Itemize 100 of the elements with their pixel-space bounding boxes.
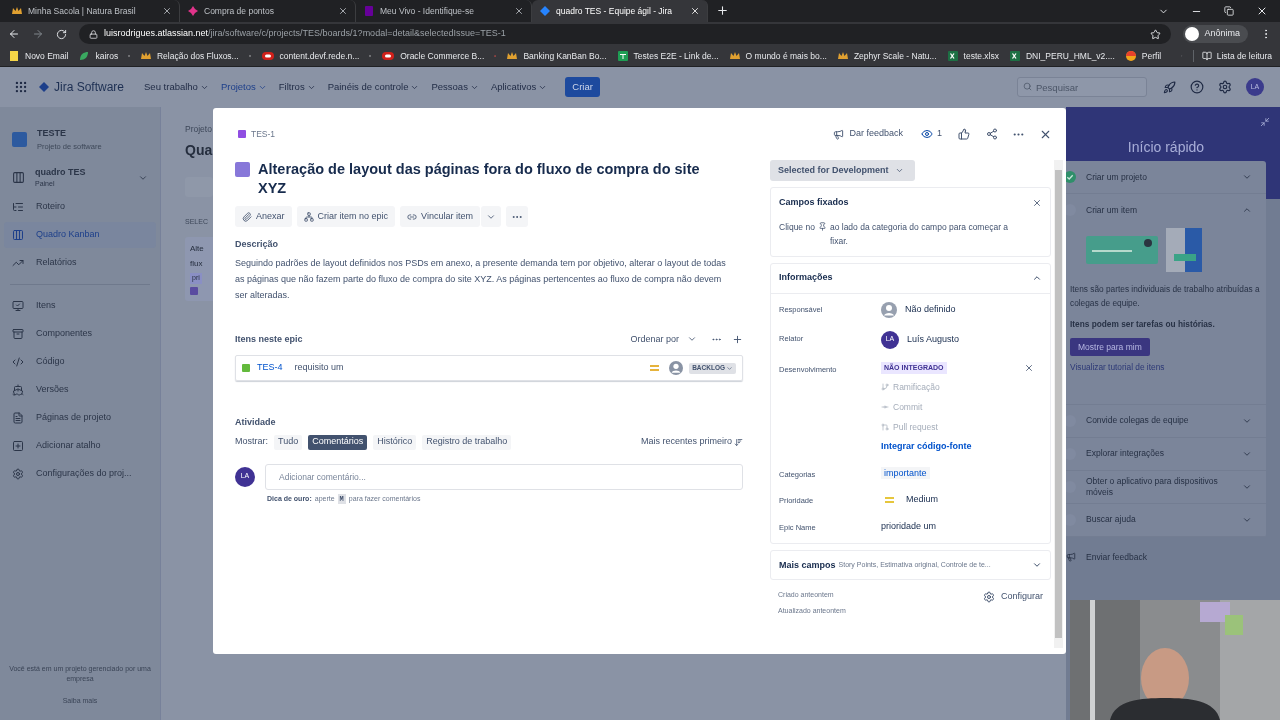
bookmark[interactable]: Perfil — [1124, 49, 1162, 63]
sidebar-item[interactable]: Configurações do proj... — [4, 460, 156, 487]
issue-title[interactable]: Alteração de layout das páginas fora do fluxo de compra do site XYZ — [258, 160, 728, 198]
close-tab-icon[interactable] — [162, 6, 172, 16]
activity-filter-tab[interactable]: Histórico — [373, 434, 417, 450]
share-icon[interactable] — [986, 128, 998, 140]
bookmark[interactable]: Novo Email — [8, 49, 69, 63]
activity-filter-tab[interactable]: Registro de trabalho — [422, 434, 512, 450]
feedback-button[interactable]: Dar feedback — [833, 127, 903, 141]
restore-icon[interactable] — [1224, 6, 1234, 16]
new-tab-icon[interactable] — [716, 4, 729, 17]
reload-icon[interactable] — [56, 28, 67, 40]
flower-favicon-icon — [187, 5, 199, 17]
project-name: TESTE — [37, 127, 67, 140]
bookmark[interactable]: Testes E2E - Link de... — [616, 49, 719, 63]
action-button[interactable]: Vincular item — [400, 206, 480, 227]
bookmark[interactable]: O mundo é mais bo... — [728, 49, 827, 63]
details-header[interactable]: Informações — [771, 263, 1050, 294]
nav-menu-item[interactable]: Painéis de controle — [327, 79, 420, 95]
activity-filter-tab[interactable]: Tudo — [274, 434, 303, 450]
checklist-item[interactable]: Explorar integrações — [1066, 437, 1266, 470]
close-icon[interactable] — [1032, 197, 1042, 208]
bookmark[interactable]: teste.xlsx — [946, 49, 999, 63]
note-favicon-icon — [8, 50, 20, 62]
sidebar-item[interactable]: Páginas de projeto — [4, 404, 156, 431]
bookmark[interactable]: Zephyr Scale - Natu... — [836, 49, 937, 63]
action-button[interactable]: Anexar — [235, 206, 292, 227]
close-window-icon[interactable] — [1256, 5, 1268, 17]
app-switcher-icon[interactable] — [14, 80, 28, 94]
checklist-item[interactable]: Convide colegas de equipe — [1066, 404, 1266, 437]
watch-button[interactable]: 1 — [921, 127, 942, 141]
back-icon[interactable] — [8, 28, 20, 40]
rocket-icon[interactable] — [1163, 80, 1176, 94]
close-tab-icon[interactable] — [514, 6, 524, 16]
search-field[interactable]: Pesquisar — [1017, 77, 1147, 97]
settings-icon[interactable] — [1218, 80, 1232, 94]
browser-tab[interactable]: quadro TES - Equipe ágil - Jira — [532, 0, 708, 22]
nav-menu-item[interactable]: Pessoas — [431, 79, 479, 95]
bookmark[interactable]: kairos — [78, 49, 119, 63]
product-name[interactable]: Jira Software — [54, 78, 125, 96]
leaf-favicon-icon — [78, 50, 91, 62]
integrate-link[interactable]: Integrar código-fonte — [881, 440, 1042, 454]
sidebar-item[interactable]: Componentes — [4, 320, 156, 347]
status-dropdown[interactable]: Selected for Development — [770, 160, 915, 181]
close-tab-icon[interactable] — [338, 6, 348, 16]
label-tag[interactable]: importante — [881, 466, 930, 479]
url-text: luisrodrigues.atlassian.net/jira/software/c/projects/TES/boards/1?modal=detail&selectedIssue=TES-1 — [104, 27, 507, 41]
checklist-item[interactable]: Buscar ajuda — [1066, 503, 1266, 536]
collapse-icon[interactable] — [1260, 117, 1270, 127]
sidebar-item[interactable]: Versões — [4, 376, 156, 403]
chevron-down-icon — [894, 166, 904, 175]
bookmark[interactable]: content.devf.rede.n... — [260, 49, 360, 63]
nav-menu-item[interactable]: Seu trabalho — [144, 79, 209, 95]
help-icon[interactable] — [1190, 80, 1204, 94]
sidebar-item[interactable]: Relatórios — [4, 249, 156, 276]
nav-menu-item[interactable]: Aplicativos — [490, 79, 548, 95]
activity-filter-tab[interactable]: Comentários — [308, 434, 368, 450]
pull-request-icon — [881, 422, 889, 431]
comment-field[interactable]: Adicionar comentário... — [265, 463, 743, 490]
field-value[interactable]: Não definido — [905, 302, 956, 317]
field-value[interactable]: prioridade um — [881, 520, 937, 531]
bookmark[interactable]: Banking KanBan Bo... — [506, 49, 607, 63]
profile-chip[interactable]: Anônima — [1183, 25, 1248, 43]
reading-list[interactable]: Lista de leitura — [1192, 49, 1272, 63]
issue-key[interactable]: TES-1 — [251, 127, 276, 141]
sidebar-item[interactable]: Roteiro — [4, 193, 156, 220]
checklist-item[interactable]: Obter o aplicativo para dispositivos móveis — [1066, 470, 1266, 503]
sidebar-item[interactable]: Itens — [4, 292, 156, 319]
sort-order-button[interactable]: Mais recentes primeiro — [640, 435, 743, 449]
field-value[interactable]: Medium — [906, 493, 938, 507]
monitor-icon — [12, 299, 24, 312]
show-me-button[interactable]: Mostre para mim — [1070, 338, 1150, 357]
create-button[interactable]: Criar — [565, 77, 600, 97]
issue-summary: requisito um — [294, 361, 344, 375]
bookmark[interactable]: Relação dos Fluxos... — [139, 49, 239, 63]
issue-key[interactable]: TES-4 — [257, 361, 283, 375]
close-icon[interactable] — [1024, 362, 1034, 373]
search-icon — [1023, 82, 1032, 91]
configure-button[interactable]: Configurar — [982, 590, 1043, 604]
close-tab-icon[interactable] — [690, 6, 700, 16]
bookmark[interactable]: Oracle Commerce B... — [381, 49, 485, 63]
section-heading: Atividade — [235, 416, 277, 429]
sidebar-item[interactable]: Adicionar atalho — [4, 432, 156, 459]
bookmark[interactable]: DNI_PERU_HML_v2.... — [1009, 49, 1115, 63]
board-icon — [12, 228, 24, 241]
add-icon[interactable] — [732, 333, 743, 345]
checklist-item[interactable]: Criar um item — [1066, 194, 1266, 226]
incognito-icon — [1185, 27, 1200, 41]
bookmark-star-icon[interactable] — [1150, 28, 1162, 40]
description-text[interactable]: Seguindo padrões de layout definidos nos PSDs em anexo, a presente demanda tem por objetivo, alterar o layout de todas as páginas que não fazem parte do fluxo de compra do site XYZ. As páginas pertencentes ao fluxo de compra não devem ser alteradas. — [235, 254, 730, 303]
sort-button[interactable]: Ordenar por — [630, 332, 697, 346]
scrollbar[interactable] — [1054, 160, 1063, 648]
panel-title: Início rápido — [1127, 138, 1205, 157]
sidebar-item[interactable]: Código — [4, 348, 156, 375]
action-button[interactable]: Criar item no epic — [296, 206, 396, 227]
field-value[interactable]: Luís Augusto — [907, 332, 960, 347]
add-shortcut-icon — [12, 439, 24, 452]
nav-menu-item[interactable]: Filtros — [278, 79, 316, 95]
address-bar[interactable]: luisrodrigues.atlassian.net/jira/software/c/projects/TES/boards/1?modal=detail&selectedIssue=TES-1 — [79, 24, 1172, 44]
like-icon[interactable] — [958, 128, 970, 140]
